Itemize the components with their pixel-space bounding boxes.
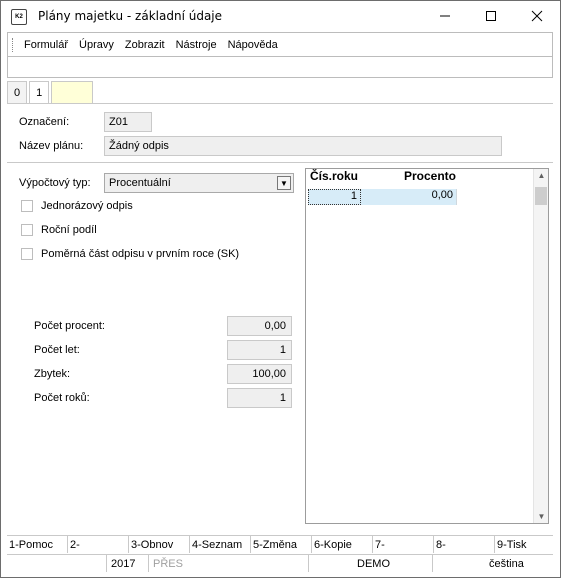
maximize-icon [486,11,496,21]
checkbox-label: Poměrná část odpisu v prvním roce (SK) [41,248,240,260]
checkbox-pomerna-cast[interactable]: Poměrná část odpisu v prvním roce (SK) [21,248,239,260]
form-panel: Označení: Z01 Název plánu: Žádný odpis V… [7,103,553,527]
pocet-procent-label: Počet procent: [34,320,105,332]
divider [7,162,553,163]
menu-toolbar-area: Formulář Úpravy Zobrazit Nástroje Nápově… [7,32,553,78]
scroll-thumb[interactable] [535,187,547,205]
app-icon-text: K2 [15,14,23,20]
fkey-2[interactable]: 2- [68,536,129,553]
menu-formular[interactable]: Formulář [24,39,68,51]
fkey-3-obnov[interactable]: 3-Obnov [129,536,190,553]
grid-header: Čís.roku Procento [306,169,532,187]
cell-procento[interactable]: 0,00 [361,189,457,205]
fkey-4-seznam[interactable]: 4-Seznam [190,536,251,553]
table-row[interactable]: 1 0,00 [308,189,457,205]
close-button[interactable] [514,1,560,31]
pocet-roku-field: 1 [227,388,292,408]
fkey-8[interactable]: 8- [434,536,495,553]
fkey-1-pomoc[interactable]: 1-Pomoc [7,536,68,553]
checkbox-jednorazovy-odpis[interactable]: Jednorázový odpis [21,200,133,212]
chevron-down-icon[interactable]: ▼ [277,176,291,190]
tab-0[interactable]: 0 [7,81,28,103]
column-header-procento[interactable]: Procento [364,169,458,187]
status-mode: PŘES [149,555,309,572]
zbytek-label: Zbytek: [34,368,71,380]
pocet-let-label: Počet let: [34,344,80,356]
checkbox-label: Roční podíl [41,224,97,236]
fkey-5-zmena[interactable]: 5-Změna [251,536,312,553]
fkey-7[interactable]: 7- [373,536,434,553]
tab-yellow[interactable] [51,81,94,103]
oznaceni-field[interactable]: Z01 [104,112,152,132]
scroll-down-icon[interactable]: ▼ [534,512,549,521]
minimize-button[interactable] [422,1,468,31]
status-empty-1 [7,555,107,572]
nazev-planu-field[interactable]: Žádný odpis [104,136,502,156]
window-title: Plány majetku - základní údaje [38,9,223,23]
grid-scrollbar[interactable]: ▲ ▼ [533,169,548,523]
toolbar [8,58,552,77]
title-bar[interactable]: K2 Plány majetku - základní údaje [1,1,560,31]
vypoctovy-typ-select[interactable]: Procentuální ▼ [104,173,294,193]
menu-upravy[interactable]: Úpravy [79,39,114,51]
menu-bar: Formulář Úpravy Zobrazit Nástroje Nápově… [8,33,552,57]
menu-zobrazit[interactable]: Zobrazit [125,39,165,51]
vypoctovy-typ-value: Procentuální [109,177,171,189]
checkbox-box[interactable] [21,248,33,260]
zbytek-field: 100,00 [227,364,292,384]
status-bar: 2017 PŘES DEMO čeština [7,554,553,572]
column-header-cis-roku[interactable]: Čís.roku [306,169,364,187]
fkey-6-kopie[interactable]: 6-Kopie [312,536,373,553]
close-icon [531,10,543,22]
checkbox-box[interactable] [21,224,33,236]
k2-app-icon: K2 [11,9,27,25]
scroll-up-icon[interactable]: ▲ [534,171,549,180]
checkbox-rocni-podil[interactable]: Roční podíl [21,224,97,236]
main-window: K2 Plány majetku - základní údaje Formul… [0,0,561,578]
menu-napoveda[interactable]: Nápověda [228,39,278,51]
pocet-let-field: 1 [227,340,292,360]
cell-cis-roku[interactable]: 1 [308,189,361,205]
function-key-bar: 1-Pomoc 2- 3-Obnov 4-Seznam 5-Změna 6-Ko… [7,535,553,553]
status-database: DEMO [309,555,433,572]
menu-grip-icon[interactable] [12,37,15,52]
pocet-roku-label: Počet roků: [34,392,90,404]
status-year: 2017 [107,555,149,572]
vypoctovy-typ-label: Výpočtový typ: [19,177,91,189]
status-language: čeština [489,557,524,570]
maximize-button[interactable] [468,1,514,31]
tab-1[interactable]: 1 [29,81,50,103]
fkey-9-tisk[interactable]: 9-Tisk [495,536,553,553]
menu-nastroje[interactable]: Nástroje [176,39,217,51]
nazev-planu-label: Název plánu: [19,140,84,152]
pocet-procent-field: 0,00 [227,316,292,336]
procenta-grid[interactable]: Čís.roku Procento 1 0,00 ▲ ▼ [305,168,549,524]
checkbox-box[interactable] [21,200,33,212]
oznaceni-label: Označení: [19,116,70,128]
page-tabs: 0 1 [7,81,95,103]
minimize-icon [440,15,450,17]
checkbox-label: Jednorázový odpis [41,200,133,212]
